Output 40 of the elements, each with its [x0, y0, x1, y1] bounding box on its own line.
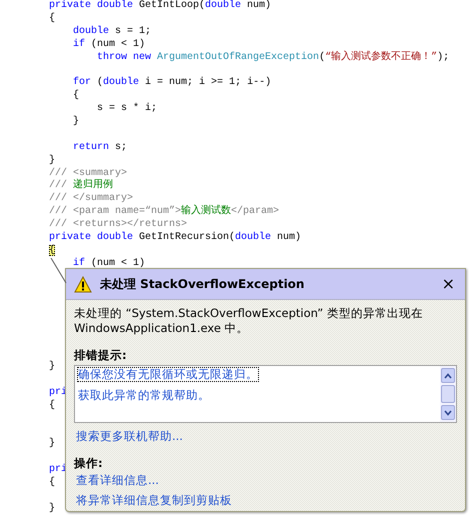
- code-line: }: [49, 502, 56, 516]
- section-heading: 操作:: [74, 456, 104, 471]
- action-link[interactable]: 将异常详细信息复制到剪贴板: [76, 493, 232, 508]
- code-line: s = s * i;: [96, 103, 158, 116]
- code-line: }: [49, 360, 56, 374]
- code-line: {: [49, 400, 56, 413]
- code-line: /// </summary>: [49, 193, 134, 206]
- error-message: 未处理的 “System.StackOverflowException” 类型的异常出现在 WindowsApplication1.exe 中。: [74, 306, 424, 336]
- code-line: /// <summary>: [49, 168, 128, 179]
- code-line: pri: [49, 386, 68, 400]
- popup-title: 未处理 StackOverflowException: [100, 276, 306, 292]
- code-line: {: [49, 12, 56, 26]
- code-line: for (double i = num; i >= 1; i--): [72, 77, 272, 90]
- code-line: pri: [49, 464, 68, 476]
- scroll-up-icon[interactable]: [444, 372, 452, 378]
- section-heading: 排错提示:: [74, 348, 128, 363]
- code-line: /// <param name=“num”>输入测试数</param>: [49, 206, 280, 218]
- code-line: if (num < 1): [72, 258, 146, 271]
- code-line: double s = 1;: [72, 26, 152, 38]
- code-line: }: [49, 438, 56, 452]
- code-line: }: [49, 154, 56, 168]
- leader-line: [50, 258, 68, 284]
- code-line: throw new ArgumentOutOfRangeException(“输入测试参数不正确！”);: [96, 52, 450, 64]
- scrollbar[interactable]: [440, 366, 456, 422]
- warning-icon: [74, 276, 92, 292]
- action-link[interactable]: 查看详细信息...: [76, 473, 159, 488]
- search-help-link[interactable]: 搜索更多联机帮助...: [76, 429, 183, 444]
- help-link[interactable]: 确保您没有无限循环或无限递归。: [77, 367, 259, 382]
- code-line: {: [72, 90, 80, 104]
- code-line: private double GetIntRecursion(double num): [49, 232, 302, 244]
- code-line: }: [72, 116, 80, 129]
- code-line: /// <returns></returns>: [49, 219, 188, 232]
- close-button[interactable]: ×: [440, 276, 457, 292]
- code-line: {: [49, 476, 56, 490]
- code-line: return s;: [72, 142, 128, 155]
- code-line: /// 递归用例: [49, 180, 114, 192]
- scroll-down-icon[interactable]: [444, 410, 452, 416]
- code-line: private double GetIntLoop(double num): [49, 0, 272, 12]
- help-link[interactable]: 获取此异常的常规帮助。: [77, 388, 211, 403]
- code-line: if (num < 1): [72, 38, 146, 52]
